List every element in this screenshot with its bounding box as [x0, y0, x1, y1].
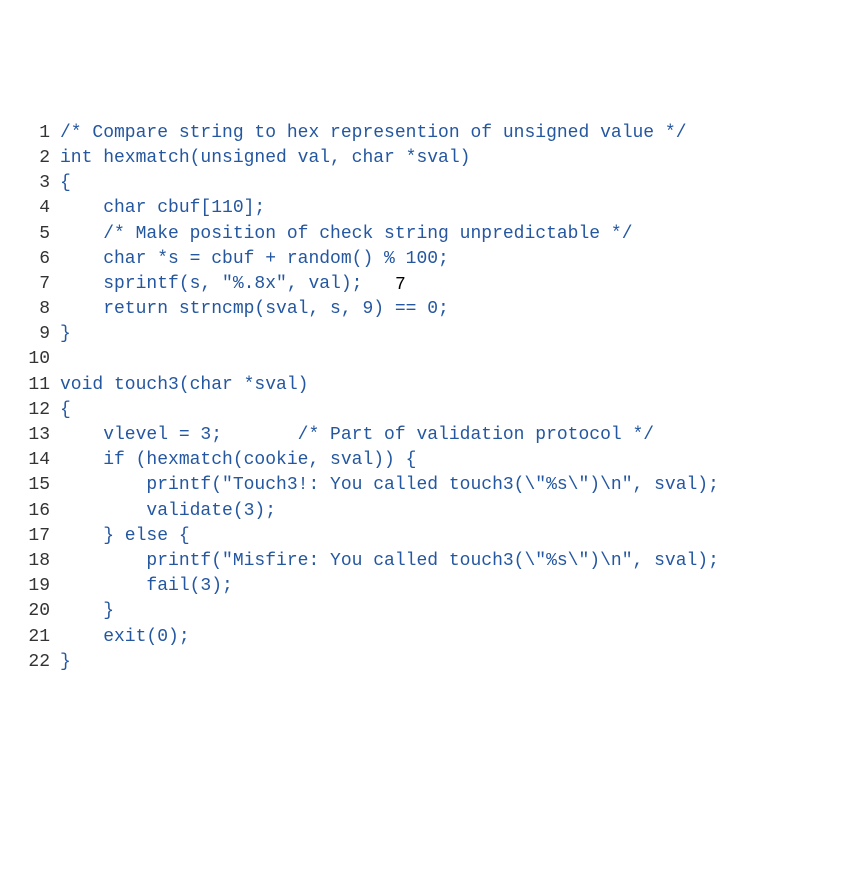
line-number: 15 [20, 473, 60, 498]
line-number: 14 [20, 448, 60, 473]
line-content: exit(0); [60, 625, 719, 650]
code-line: 5 /* Make position of check string unpre… [20, 222, 719, 247]
line-content: /* Compare string to hex represention of… [60, 121, 719, 146]
line-content: int hexmatch(unsigned val, char *sval) [60, 146, 719, 171]
line-content [60, 347, 719, 372]
line-content: vlevel = 3; /* Part of validation protoc… [60, 423, 719, 448]
line-content: char *s = cbuf + random() % 100; [60, 247, 719, 272]
line-number: 16 [20, 499, 60, 524]
line-content: sprintf(s, "%.8x", val); [60, 272, 719, 297]
line-content: printf("Misfire: You called touch3(\"%s\… [60, 549, 719, 574]
line-number: 2 [20, 146, 60, 171]
code-line: 9} [20, 322, 719, 347]
line-number: 12 [20, 398, 60, 423]
line-content: if (hexmatch(cookie, sval)) { [60, 448, 719, 473]
line-content: } [60, 650, 719, 675]
code-line: 2int hexmatch(unsigned val, char *sval) [20, 146, 719, 171]
code-line: 8 return strncmp(sval, s, 9) == 0; [20, 297, 719, 322]
line-content: void touch3(char *sval) [60, 373, 719, 398]
line-number: 20 [20, 599, 60, 624]
line-number: 9 [20, 322, 60, 347]
line-number: 8 [20, 297, 60, 322]
line-number: 18 [20, 549, 60, 574]
line-content: return strncmp(sval, s, 9) == 0; [60, 297, 719, 322]
line-number: 19 [20, 574, 60, 599]
code-line: 19 fail(3); [20, 574, 719, 599]
code-line: 7 sprintf(s, "%.8x", val); [20, 272, 719, 297]
line-number: 10 [20, 347, 60, 372]
code-line: 14 if (hexmatch(cookie, sval)) { [20, 448, 719, 473]
line-number: 17 [20, 524, 60, 549]
code-line: 16 validate(3); [20, 499, 719, 524]
line-content: { [60, 398, 719, 423]
line-content: { [60, 171, 719, 196]
line-number: 4 [20, 196, 60, 221]
code-line: 13 vlevel = 3; /* Part of validation pro… [20, 423, 719, 448]
line-content: printf("Touch3!: You called touch3(\"%s\… [60, 473, 719, 498]
line-content: char cbuf[110]; [60, 196, 719, 221]
code-line: 12{ [20, 398, 719, 423]
code-block: 1/* Compare string to hex represention o… [20, 121, 719, 675]
line-content: } else { [60, 524, 719, 549]
code-line: 3{ [20, 171, 719, 196]
line-number: 3 [20, 171, 60, 196]
code-line: 20 } [20, 599, 719, 624]
page-number-overlay: 7 [395, 273, 406, 298]
line-content: } [60, 322, 719, 347]
line-content: validate(3); [60, 499, 719, 524]
line-number: 13 [20, 423, 60, 448]
code-line: 18 printf("Misfire: You called touch3(\"… [20, 549, 719, 574]
line-number: 1 [20, 121, 60, 146]
line-number: 6 [20, 247, 60, 272]
line-number: 7 [20, 272, 60, 297]
code-line: 1/* Compare string to hex represention o… [20, 121, 719, 146]
line-number: 21 [20, 625, 60, 650]
code-line: 4 char cbuf[110]; [20, 196, 719, 221]
code-line: 22} [20, 650, 719, 675]
line-number: 22 [20, 650, 60, 675]
line-content: fail(3); [60, 574, 719, 599]
code-line: 6 char *s = cbuf + random() % 100; [20, 247, 719, 272]
code-line: 17 } else { [20, 524, 719, 549]
code-line: 21 exit(0); [20, 625, 719, 650]
line-number: 5 [20, 222, 60, 247]
line-number: 11 [20, 373, 60, 398]
code-line: 11void touch3(char *sval) [20, 373, 719, 398]
line-content: } [60, 599, 719, 624]
code-line: 15 printf("Touch3!: You called touch3(\"… [20, 473, 719, 498]
code-line: 10 [20, 347, 719, 372]
line-content: /* Make position of check string unpredi… [60, 222, 719, 247]
